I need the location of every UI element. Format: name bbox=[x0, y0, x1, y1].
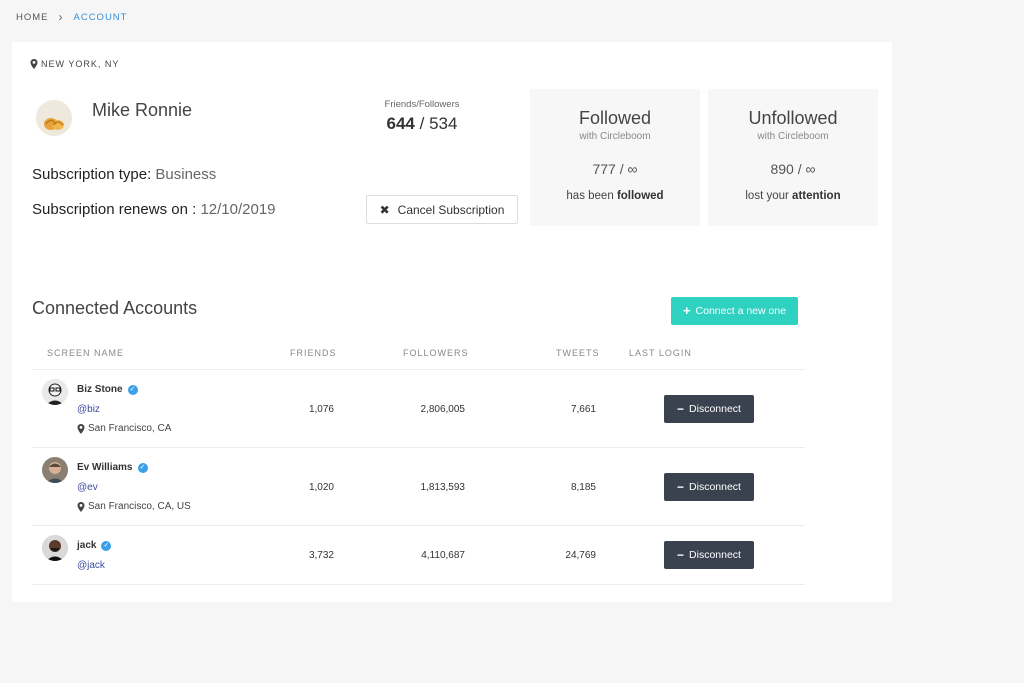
user-avatar-icon bbox=[42, 457, 68, 483]
connect-new-account-button[interactable]: + Connect a new one bbox=[671, 297, 798, 325]
followers-value: 4,110,687 bbox=[421, 550, 465, 561]
tweets-value: 7,661 bbox=[570, 404, 596, 415]
verified-icon: ✓ bbox=[101, 540, 112, 551]
subscription-type-value: Business bbox=[155, 166, 217, 183]
connected-accounts-title: Connected Accounts bbox=[32, 298, 198, 318]
subscription-renewal: Subscription renews on : 12/10/2019 bbox=[32, 201, 276, 218]
followed-title: Followed bbox=[578, 108, 652, 128]
map-pin-icon bbox=[77, 501, 85, 512]
verified-icon: ✓ bbox=[127, 384, 138, 395]
column-last-login[interactable]: LAST LOGIN bbox=[629, 348, 692, 358]
map-pin-icon bbox=[77, 423, 85, 434]
table-row: Ev Williams ✓ @ev San Francisco, CA, US … bbox=[32, 448, 805, 526]
followed-subtitle: with Circleboom bbox=[579, 131, 651, 142]
avatar bbox=[42, 535, 68, 561]
minus-icon: − bbox=[677, 548, 685, 562]
followed-note-bold: followed bbox=[616, 190, 664, 202]
map-pin-icon bbox=[30, 59, 38, 69]
plus-icon: + bbox=[682, 303, 691, 318]
close-icon: ✖ bbox=[379, 202, 390, 217]
breadcrumb-home-link[interactable]: HOME bbox=[16, 12, 49, 23]
unfollowed-subtitle: with Circleboom bbox=[757, 131, 829, 142]
unfollowed-count: 890 / ∞ bbox=[770, 161, 816, 177]
account-location: San Francisco, CA bbox=[77, 423, 171, 434]
column-friends[interactable]: FRIENDS bbox=[290, 348, 337, 358]
account-name-text: Ev Williams bbox=[77, 462, 133, 473]
account-handle[interactable]: @jack bbox=[77, 560, 105, 571]
followers-value: 1,813,593 bbox=[420, 482, 466, 493]
account-card: NEW YORK, NY Mike Ronnie Subscription ty… bbox=[12, 42, 892, 602]
connected-accounts-table: SCREEN NAME FRIENDS FOLLOWERS TWEETS LAS… bbox=[32, 338, 805, 585]
followed-note-prefix: has been bbox=[566, 190, 614, 202]
unfollowed-note-bold: attention bbox=[792, 190, 841, 202]
account-handle[interactable]: @ev bbox=[77, 482, 98, 493]
unfollowed-note: lost your attention bbox=[708, 190, 878, 202]
friends-followers-separator: / bbox=[419, 114, 425, 133]
column-screen-name[interactable]: SCREEN NAME bbox=[47, 348, 124, 358]
followed-count: 777 / ∞ bbox=[592, 161, 638, 177]
account-name-text: jack bbox=[77, 540, 97, 551]
followed-stat-box: Followed with Circleboom 777 / ∞ has bee… bbox=[530, 89, 700, 226]
disconnect-label: Disconnect bbox=[689, 549, 741, 561]
account-name: jack ✓ bbox=[77, 540, 112, 551]
followers-value: 2,806,005 bbox=[420, 404, 466, 415]
cancel-subscription-button[interactable]: ✖ Cancel Subscription bbox=[366, 195, 518, 224]
profile-location: NEW YORK, NY bbox=[30, 59, 119, 69]
tweets-value: 24,769 bbox=[565, 550, 596, 561]
friends-value: 1,076 bbox=[308, 404, 334, 415]
connect-new-label: Connect a new one bbox=[695, 305, 787, 317]
user-avatar-icon bbox=[42, 379, 68, 405]
friends-count: 644 bbox=[386, 114, 415, 133]
tweets-value: 8,185 bbox=[570, 482, 596, 493]
account-location-text: San Francisco, CA bbox=[88, 423, 172, 434]
followers-count: 534 bbox=[429, 114, 458, 133]
breadcrumb-current: ACCOUNT bbox=[73, 12, 128, 23]
friends-followers-values: 644 / 534 bbox=[352, 114, 492, 134]
renewal-label: Subscription renews on : bbox=[32, 201, 197, 218]
avatar bbox=[42, 457, 68, 483]
chevron-right-icon: › bbox=[58, 10, 64, 24]
location-text: NEW YORK, NY bbox=[41, 59, 120, 69]
user-name: Mike Ronnie bbox=[92, 100, 193, 120]
account-location-text: San Francisco, CA, US bbox=[88, 501, 191, 512]
minus-icon: − bbox=[677, 402, 685, 416]
disconnect-button[interactable]: − Disconnect bbox=[664, 541, 754, 569]
column-followers[interactable]: FOLLOWERS bbox=[403, 348, 469, 358]
cancel-subscription-label: Cancel Subscription bbox=[397, 202, 505, 217]
renewal-date: 12/10/2019 bbox=[200, 201, 276, 218]
account-name: Biz Stone ✓ bbox=[77, 384, 138, 395]
subscription-type-label: Subscription type: bbox=[32, 166, 152, 183]
verified-icon: ✓ bbox=[137, 462, 148, 473]
breadcrumb: HOME › ACCOUNT bbox=[16, 10, 128, 24]
disconnect-button[interactable]: − Disconnect bbox=[664, 395, 754, 423]
disconnect-label: Disconnect bbox=[689, 481, 741, 493]
minus-icon: − bbox=[677, 480, 685, 494]
avatar bbox=[36, 100, 72, 136]
disconnect-button[interactable]: − Disconnect bbox=[664, 473, 754, 501]
table-header: SCREEN NAME FRIENDS FOLLOWERS TWEETS LAS… bbox=[32, 338, 805, 370]
profile-avatar-icon bbox=[36, 100, 72, 136]
account-handle[interactable]: @biz bbox=[77, 404, 100, 415]
friends-value: 1,020 bbox=[308, 482, 334, 493]
column-tweets[interactable]: TWEETS bbox=[556, 348, 600, 358]
account-name: Ev Williams ✓ bbox=[77, 462, 148, 473]
user-avatar-icon bbox=[42, 535, 68, 561]
account-name-text: Biz Stone bbox=[77, 384, 123, 395]
table-row: Biz Stone ✓ @biz San Francisco, CA 1,076… bbox=[32, 370, 805, 448]
unfollowed-note-prefix: lost your bbox=[745, 190, 789, 202]
friends-value: 3,732 bbox=[308, 550, 334, 561]
subscription-type: Subscription type: Business bbox=[32, 166, 216, 183]
friends-followers-label: Friends/Followers bbox=[384, 99, 460, 110]
disconnect-label: Disconnect bbox=[689, 403, 741, 415]
unfollowed-title: Unfollowed bbox=[748, 108, 838, 128]
account-location: San Francisco, CA, US bbox=[77, 501, 191, 512]
friends-followers: Friends/Followers 644 / 534 bbox=[352, 99, 492, 134]
followed-note: has been followed bbox=[530, 190, 700, 202]
avatar bbox=[42, 379, 68, 405]
table-row: jack ✓ @jack 3,732 4,110,687 24,769 − Di… bbox=[32, 526, 805, 585]
unfollowed-stat-box: Unfollowed with Circleboom 890 / ∞ lost … bbox=[708, 89, 878, 226]
